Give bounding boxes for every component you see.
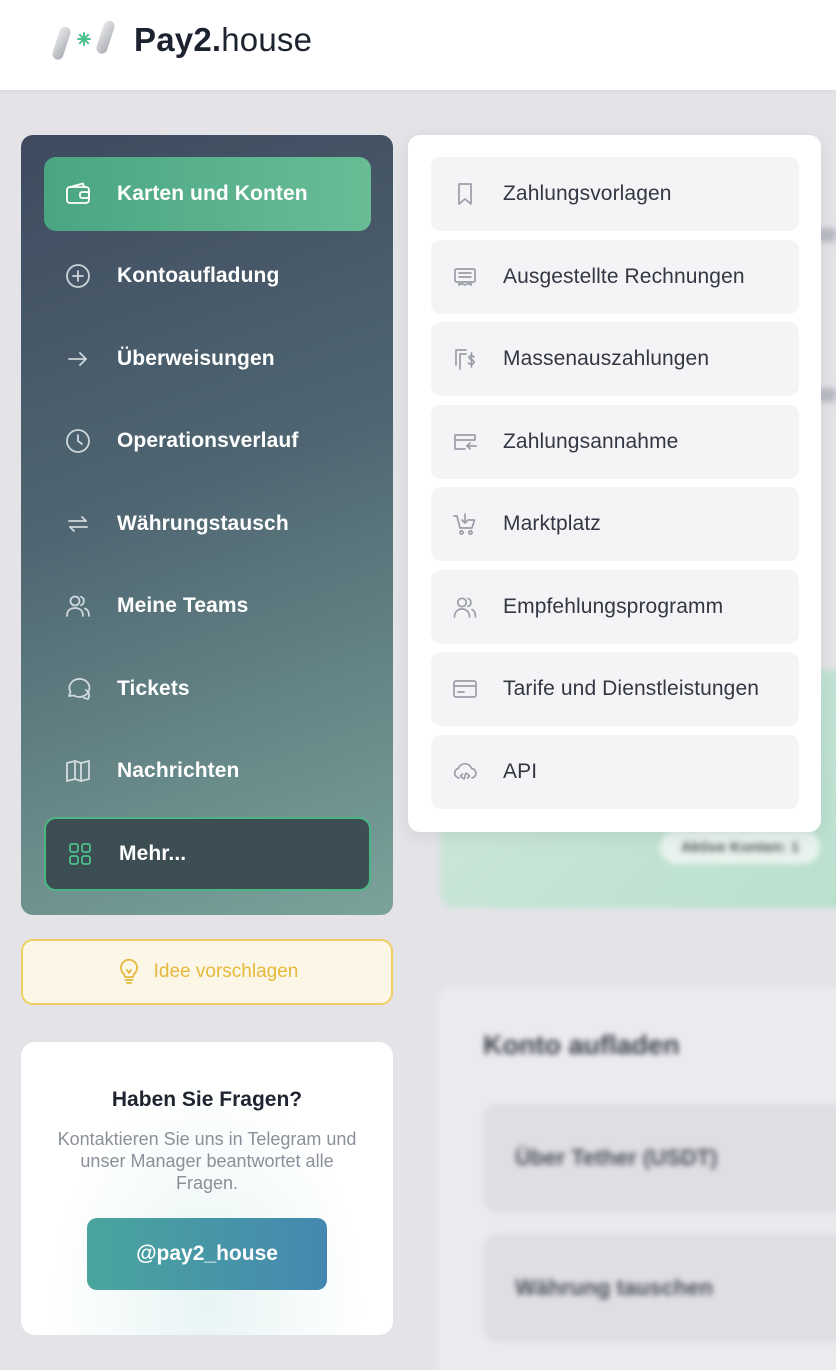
clock-icon — [64, 427, 92, 455]
payment-accept-icon — [452, 429, 478, 455]
help-text: Kontaktieren Sie uns in Telegram und uns… — [57, 1129, 357, 1193]
sidebar-item-label: Nachrichten — [117, 759, 240, 782]
telegram-contact-button[interactable]: @pay2_house — [87, 1218, 327, 1290]
sidebar-item-label: Kontoaufladung — [117, 264, 280, 287]
arrow-right-icon — [64, 345, 92, 373]
menu-item-label: Zahlungsannahme — [503, 430, 679, 453]
sidebar-nav: Karten und Konten Kontoaufladung Überwei… — [21, 135, 393, 915]
sidebar-item-more[interactable]: Mehr... — [44, 817, 371, 891]
more-menu-dropdown: Zahlungsvorlagen Ausgestellte Rechnungen… — [408, 135, 821, 832]
sidebar-item-exchange[interactable]: Währungstausch — [44, 487, 371, 561]
active-accounts-badge: Aktive Konten: 1 — [660, 830, 820, 864]
bookmark-icon — [452, 181, 478, 207]
card-icon — [452, 676, 478, 702]
grid-icon — [66, 840, 94, 868]
chat-icon — [64, 675, 92, 703]
book-icon — [64, 757, 92, 785]
sidebar-item-topup[interactable]: Kontoaufladung — [44, 239, 371, 313]
help-card: Haben Sie Fragen? Kontaktieren Sie uns i… — [21, 1042, 393, 1335]
sidebar-item-tickets[interactable]: Tickets — [44, 652, 371, 726]
top-header: Pay2.house — [0, 0, 836, 90]
swap-icon — [64, 510, 92, 538]
menu-item-payment-acceptance[interactable]: Zahlungsannahme — [431, 405, 799, 479]
topup-title: Konto aufladen — [483, 1030, 680, 1060]
mass-payout-icon — [452, 346, 478, 372]
topup-option-exchange[interactable]: Währung tauschen — [483, 1234, 836, 1342]
suggest-idea-button[interactable]: Idee vorschlagen — [21, 939, 393, 1005]
menu-item-label: Empfehlungsprogramm — [503, 595, 724, 618]
sidebar-item-teams[interactable]: Meine Teams — [44, 569, 371, 643]
brand-logo[interactable]: Pay2.house — [52, 18, 312, 62]
brand-name-bold: Pay2. — [134, 21, 222, 58]
wallet-icon — [64, 180, 92, 208]
sidebar-item-label: Meine Teams — [117, 594, 249, 617]
topup-option-usdt[interactable]: Über Tether (USDT) — [483, 1104, 836, 1212]
sidebar-item-label: Tickets — [117, 677, 190, 700]
suggest-idea-label: Idee vorschlagen — [153, 961, 299, 982]
menu-item-label: Marktplatz — [503, 512, 601, 535]
menu-item-referral-program[interactable]: Empfehlungsprogramm — [431, 570, 799, 644]
menu-item-label: Tarife und Dienstleistungen — [503, 677, 760, 700]
users-icon — [452, 594, 478, 620]
menu-item-label: Ausgestellte Rechnungen — [503, 265, 745, 288]
sidebar-item-label: Währungstausch — [117, 512, 289, 535]
menu-item-marketplace[interactable]: Marktplatz — [431, 487, 799, 561]
menu-item-label: Zahlungsvorlagen — [503, 182, 672, 205]
brand-name: Pay2.house — [134, 21, 312, 59]
sidebar-item-label: Überweisungen — [117, 347, 275, 370]
brand-name-light: house — [221, 21, 313, 58]
sidebar-item-history[interactable]: Operationsverlauf — [44, 404, 371, 478]
sidebar-item-label: Mehr... — [119, 842, 187, 865]
cart-icon — [452, 511, 478, 537]
receipt-icon — [452, 264, 478, 290]
cloud-code-icon — [452, 759, 478, 785]
plus-circle-icon — [64, 262, 92, 290]
menu-item-api[interactable]: API — [431, 735, 799, 809]
menu-item-tariffs-services[interactable]: Tarife und Dienstleistungen — [431, 652, 799, 726]
sidebar-item-transfers[interactable]: Überweisungen — [44, 322, 371, 396]
menu-item-label: Massenauszahlungen — [503, 347, 710, 370]
logo-mark-icon — [52, 18, 116, 62]
sidebar-item-cards-accounts[interactable]: Karten und Konten — [44, 157, 371, 231]
sidebar-item-news[interactable]: Nachrichten — [44, 734, 371, 808]
menu-item-label: API — [503, 760, 538, 783]
help-title: Haben Sie Fragen? — [111, 1088, 303, 1111]
menu-item-payment-templates[interactable]: Zahlungsvorlagen — [431, 157, 799, 231]
lightbulb-icon — [116, 956, 142, 989]
menu-item-invoices[interactable]: Ausgestellte Rechnungen — [431, 240, 799, 314]
sidebar-item-label: Karten und Konten — [117, 182, 308, 205]
menu-item-mass-payouts[interactable]: Massenauszahlungen — [431, 322, 799, 396]
users-icon — [64, 592, 92, 620]
sidebar-item-label: Operationsverlauf — [117, 429, 299, 452]
